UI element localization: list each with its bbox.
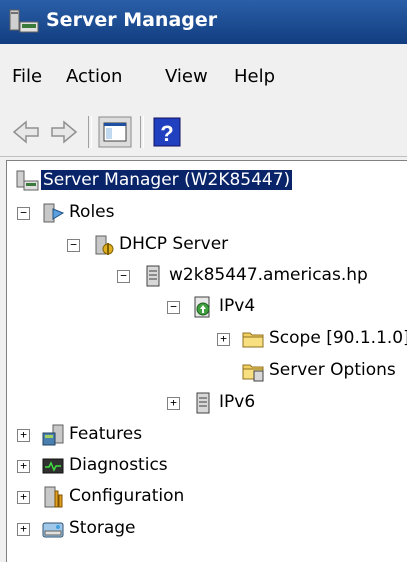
toolbar-separator (88, 116, 92, 148)
storage-icon (42, 522, 64, 538)
collapse-toggle[interactable]: − (167, 301, 180, 314)
toolbar: ? (0, 108, 407, 157)
diagnostics-icon (42, 458, 64, 474)
folder-icon (242, 332, 264, 348)
dhcp-server-icon (95, 235, 114, 255)
tree-item-label: Roles (69, 202, 115, 222)
expand-toggle[interactable]: + (17, 523, 30, 536)
features-icon (42, 424, 64, 446)
svg-text:?: ? (160, 121, 173, 146)
expand-toggle[interactable]: + (17, 460, 30, 473)
server-manager-icon (16, 170, 39, 191)
collapse-toggle[interactable]: − (17, 207, 30, 220)
tree-item-label: IPv4 (219, 296, 256, 316)
server-icon (196, 392, 210, 414)
menu-help[interactable]: Help (234, 66, 275, 87)
tree-item-label: IPv6 (219, 392, 256, 412)
tree-item-label: DHCP Server (119, 234, 229, 254)
show-hide-console-tree-icon[interactable] (98, 116, 132, 148)
expand-toggle[interactable]: + (167, 397, 180, 410)
server-options-folder-icon (242, 364, 264, 382)
window-title: Server Manager (46, 9, 218, 31)
tree-item-label: Scope [90.1.1.0] (269, 328, 407, 348)
menu-view[interactable]: View (165, 66, 208, 87)
collapse-toggle[interactable]: − (117, 270, 130, 283)
tree-item-label: Features (69, 424, 143, 444)
collapse-toggle[interactable]: − (67, 239, 80, 252)
ipv4-icon (194, 296, 210, 318)
menu-bar: File Action View Help (0, 44, 407, 109)
tree-item-label: w2k85447.americas.hp (169, 265, 368, 285)
forward-arrow-icon[interactable] (48, 116, 80, 148)
tree-item-label: Server Options (269, 360, 396, 380)
roles-icon (43, 203, 65, 223)
help-icon[interactable]: ? (152, 116, 182, 148)
menu-action[interactable]: Action (66, 66, 122, 87)
expand-toggle[interactable]: + (17, 429, 30, 442)
tree-item-label: Server Manager (W2K85447) (41, 170, 293, 190)
tree-item-label: Storage (69, 518, 136, 538)
menu-file[interactable]: File (12, 66, 42, 87)
configuration-icon (44, 486, 63, 508)
back-arrow-icon[interactable] (10, 116, 42, 148)
console-tree[interactable]: Server Manager (W2K85447) − Roles − DHCP… (6, 160, 407, 562)
expand-toggle[interactable]: + (17, 491, 30, 504)
title-bar: Server Manager (0, 0, 407, 44)
expand-toggle[interactable]: + (217, 333, 230, 346)
server-manager-icon (9, 9, 39, 33)
tree-item-label: Diagnostics (69, 455, 168, 475)
tree-item-label: Configuration (69, 486, 185, 506)
server-icon (146, 265, 160, 287)
toolbar-separator (140, 116, 144, 148)
